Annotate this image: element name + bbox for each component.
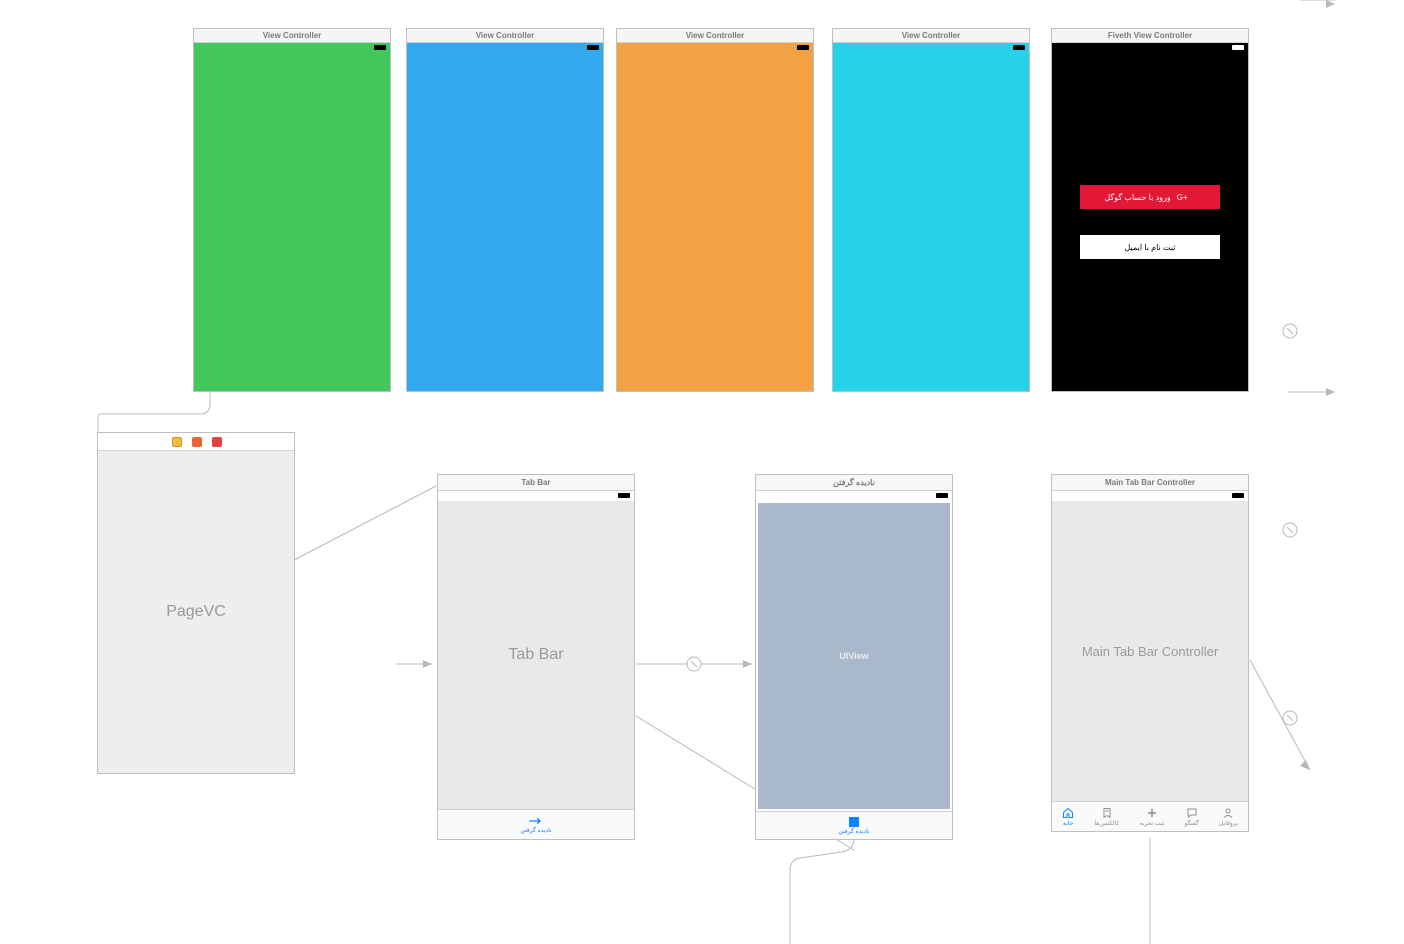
ignore-footer: نادیده گرفتن — [756, 811, 952, 839]
scene-title: Tab Bar — [438, 475, 634, 491]
scene-title: View Controller — [194, 29, 390, 43]
google-plus-icon: G+ — [1177, 193, 1188, 202]
scene-title: View Controller — [617, 29, 813, 43]
scene-fiveth-view-controller[interactable]: Fiveth View Controller ورود با حساب گوگل… — [1051, 28, 1249, 392]
ignore-footer-label: نادیده گرفتن — [838, 828, 869, 835]
chat-icon — [1186, 807, 1198, 819]
email-signup-label: ثبت نام با ایمیل — [1125, 243, 1176, 252]
first-responder-icon[interactable] — [172, 437, 182, 447]
scene-view-controller-2[interactable]: View Controller — [406, 28, 604, 392]
scene-title: Fiveth View Controller — [1052, 29, 1248, 43]
tab-collections[interactable]: کالکشن‌ها — [1094, 807, 1119, 827]
tab-label: خانه — [1063, 820, 1073, 827]
google-login-button[interactable]: ورود با حساب گوگل G+ — [1080, 185, 1220, 209]
pagevc-label: PageVC — [166, 603, 226, 621]
tabbar-footer: نادیده گرفتن — [438, 809, 634, 839]
tabbar-body: Tab Bar — [438, 501, 634, 809]
battery-icon — [1013, 45, 1025, 50]
battery-icon — [936, 493, 948, 498]
exit-icon[interactable] — [192, 437, 202, 447]
scene-body — [833, 53, 1029, 391]
scene-view-controller-1[interactable]: View Controller — [193, 28, 391, 392]
scene-tab-bar[interactable]: Tab Bar Tab Bar نادیده گرفتن — [437, 474, 635, 840]
storyboard-canvas[interactable]: View Controller View Controller View Con… — [0, 0, 1404, 944]
tab-home[interactable]: خانه — [1062, 807, 1074, 827]
tab-chat[interactable]: گفتگو — [1185, 807, 1199, 827]
scene-title: View Controller — [833, 29, 1029, 43]
tabbar-footer-label: نادیده گرفتن — [520, 827, 551, 834]
tab-add-experience[interactable]: ثبت تجربه — [1139, 807, 1164, 827]
skip-arrow-icon[interactable] — [528, 816, 544, 826]
tab-profile[interactable]: پروفایل — [1219, 807, 1238, 827]
battery-icon — [1232, 45, 1244, 50]
tab-item-square-icon[interactable] — [849, 817, 859, 827]
email-signup-button[interactable]: ثبت نام با ایمیل — [1080, 235, 1220, 259]
scene-object-icons — [98, 433, 294, 451]
tab-label: ثبت تجربه — [1139, 820, 1164, 827]
scene-title: Main Tab Bar Controller — [1052, 475, 1248, 491]
scene-view-controller-4[interactable]: View Controller — [832, 28, 1030, 392]
google-login-label: ورود با حساب گوگل — [1104, 193, 1170, 202]
plus-icon — [1146, 807, 1158, 819]
scene-title: View Controller — [407, 29, 603, 43]
scene-view-controller-3[interactable]: View Controller — [616, 28, 814, 392]
battery-icon — [797, 45, 809, 50]
storyboard-reference-icon[interactable] — [212, 437, 222, 447]
uiview-body[interactable]: UIView — [758, 503, 950, 809]
home-icon — [1062, 807, 1074, 819]
pagevc-body: PageVC — [98, 451, 294, 773]
tab-label: کالکشن‌ها — [1094, 820, 1119, 827]
scene-body — [617, 53, 813, 391]
tab-label: گفتگو — [1185, 820, 1199, 827]
battery-icon — [618, 493, 630, 498]
scene-body — [407, 53, 603, 391]
login-body: ورود با حساب گوگل G+ ثبت نام با ایمیل — [1052, 53, 1248, 391]
scene-pagevc[interactable]: PageVC — [97, 432, 295, 774]
maintab-body: Main Tab Bar Controller — [1052, 501, 1248, 801]
battery-icon — [374, 45, 386, 50]
maintab-body-label: Main Tab Bar Controller — [1082, 644, 1218, 659]
tab-label: پروفایل — [1219, 820, 1238, 827]
scene-body — [194, 53, 390, 391]
maintab-tabbar: خانه کالکشن‌ها ثبت تجربه گفتگو — [1052, 801, 1248, 831]
battery-icon — [587, 45, 599, 50]
scene-ignore-others[interactable]: نادیده گرفتن UIView نادیده گرفتن — [755, 474, 953, 840]
uiview-label: UIView — [839, 651, 868, 661]
collections-icon — [1101, 807, 1113, 819]
tabbar-body-label: Tab Bar — [508, 646, 563, 664]
profile-icon — [1222, 807, 1234, 819]
scene-main-tab-bar-controller[interactable]: Main Tab Bar Controller Main Tab Bar Con… — [1051, 474, 1249, 832]
battery-icon — [1232, 493, 1244, 498]
scene-title: نادیده گرفتن — [756, 475, 952, 491]
